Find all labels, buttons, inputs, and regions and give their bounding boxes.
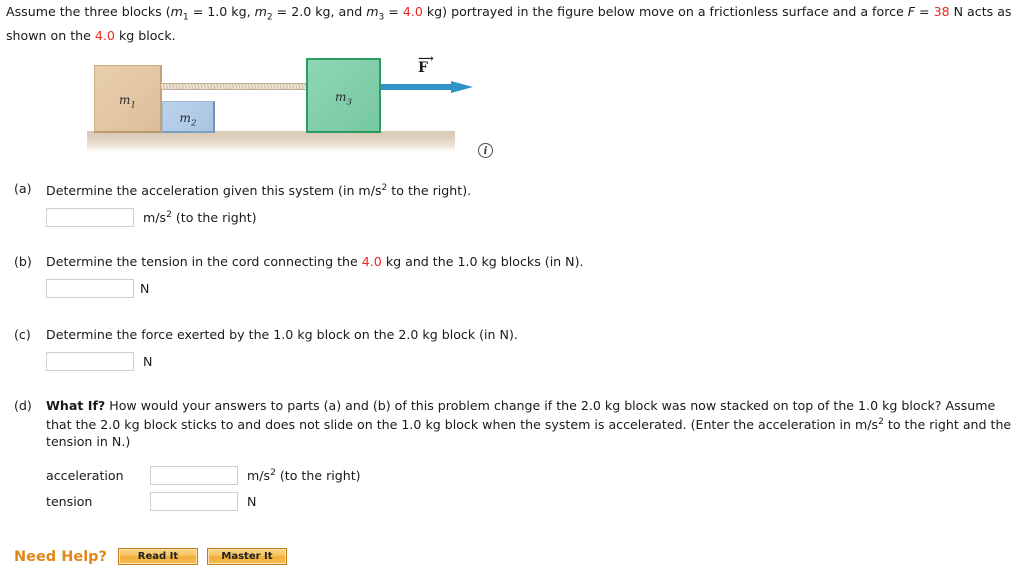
part-d-tag: (d): [14, 398, 32, 413]
part-c-unit: N: [143, 354, 153, 369]
part-a-answer-input[interactable]: [46, 208, 134, 228]
part-a-unit: m/s2 (to the right): [143, 210, 257, 226]
part-d-acceleration-label: acceleration: [46, 468, 124, 484]
prompt-text-4: kg block.: [114, 27, 176, 43]
prompt-text-2: kg) portrayed in the figure below move o…: [422, 4, 908, 19]
part-b-unit: N: [140, 281, 150, 296]
part-a-text: Determine the acceleration given this sy…: [46, 183, 472, 199]
part-c-tag: (c): [14, 327, 31, 342]
physics-diagram: m1 m2 m3 ⟶ F i: [80, 52, 500, 160]
part-b-tag: (b): [14, 254, 32, 269]
mass-value-m3: 4.0: [402, 4, 423, 19]
arrow-shaft: [381, 84, 453, 90]
mass-value-m2: = 2.0 kg, and: [272, 4, 367, 19]
read-it-button[interactable]: Read It: [117, 548, 198, 565]
force-value: 38: [933, 4, 950, 19]
info-icon[interactable]: i: [478, 143, 493, 158]
part-d-tension-label: tension: [46, 494, 93, 510]
vector-arrow-overbar: ⟶: [418, 52, 434, 65]
part-b-text: Determine the tension in the cord connec…: [46, 254, 584, 269]
part-c-text: Determine the force exerted by the 1.0 k…: [46, 327, 518, 342]
question-part-d: (d) What If? How would your answers to p…: [14, 397, 1014, 512]
problem-statement: Assume the three blocks (m1 = 1.0 kg, m2…: [6, 3, 1020, 44]
block-m1-label: m1: [119, 93, 136, 111]
what-if-emphasis: What If?: [46, 398, 106, 413]
part-d-tension-input[interactable]: [150, 492, 238, 512]
need-help-label: Need Help?: [14, 548, 107, 565]
mass-symbol-m1: m: [170, 4, 183, 19]
mass-symbol-m3: m: [366, 4, 379, 19]
part-d-acceleration-input[interactable]: [150, 466, 238, 486]
prompt-text-1: Assume the three blocks (: [6, 4, 171, 19]
ground-surface: [87, 131, 455, 151]
block-m1: m1: [94, 65, 162, 133]
need-help-section: Need Help? Read It Master It: [14, 548, 296, 565]
connecting-cord: [161, 83, 308, 90]
part-d-text: What If? How would your answers to parts…: [46, 398, 1012, 450]
mass-symbol-m2: m: [254, 4, 267, 19]
mass-value-m1: = 1.0 kg,: [188, 4, 255, 19]
force-equals: =: [915, 4, 934, 19]
question-part-c: (c) Determine the force exerted by the 1…: [14, 326, 1014, 371]
arrow-head: [451, 81, 473, 93]
part-d-acceleration-unit: m/s2 (to the right): [247, 468, 361, 484]
part-c-answer-input[interactable]: [46, 352, 134, 371]
force-arrow-icon: [381, 81, 473, 93]
force-vector-label: ⟶ F: [418, 52, 434, 76]
question-part-a: (a) Determine the acceleration given thi…: [14, 180, 1014, 228]
master-it-button[interactable]: Master It: [206, 548, 287, 565]
block-m3: m3: [306, 58, 381, 133]
part-b-answer-input[interactable]: [46, 279, 134, 298]
block-mass-value: 4.0: [94, 27, 115, 43]
block-m2: m2: [162, 101, 215, 133]
question-part-b: (b) Determine the tension in the cord co…: [14, 253, 1014, 298]
force-symbol: F: [907, 4, 916, 19]
block-m3-label: m3: [335, 90, 352, 108]
part-a-tag: (a): [14, 181, 32, 196]
block-m2-label: m2: [179, 111, 197, 129]
part-d-tension-unit: N: [247, 494, 257, 510]
mass-equals-m3: =: [384, 4, 403, 19]
